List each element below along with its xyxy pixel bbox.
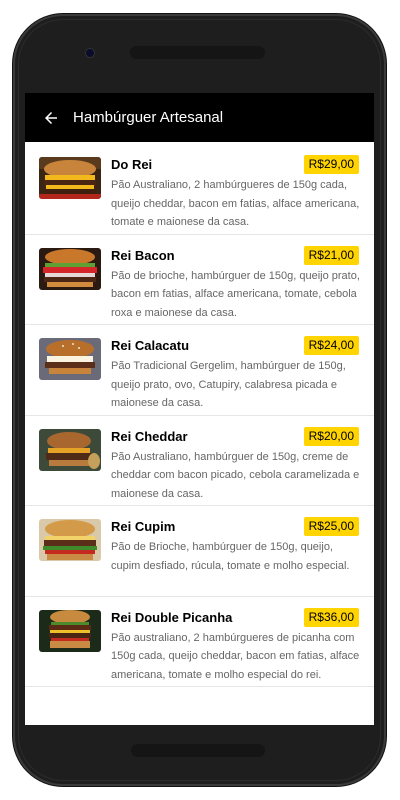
price-badge: R$21,00 xyxy=(303,245,359,265)
price-badge: R$25,00 xyxy=(303,517,359,536)
item-description: Pão de brioche, hambúrguer de 150g, quei… xyxy=(111,269,360,319)
item-description: Pão Australiano, 2 hambúrgueres de 150g … xyxy=(111,179,360,228)
item-name: Do Rei xyxy=(111,157,153,172)
burger-photo xyxy=(39,519,101,561)
item-name: Rei Double Picanha xyxy=(111,609,233,625)
back-button[interactable] xyxy=(31,93,71,142)
price-badge: R$29,00 xyxy=(303,155,359,174)
item-description: Pão de Brioche, hambúrguer de 150g, quei… xyxy=(111,541,350,572)
arrow-left-icon xyxy=(45,111,57,124)
page-title: Hambúrguer Artesanal xyxy=(73,109,224,126)
burger-photo xyxy=(39,428,101,471)
price-badge: R$24,00 xyxy=(303,336,359,355)
menu-list: Do Rei R$29,00 Pão Australiano, 2 hambúr… xyxy=(25,142,374,687)
price-badge: R$36,00 xyxy=(303,607,359,627)
earpiece-speaker xyxy=(130,46,265,59)
item-description: Pão Tradicional Gergelim, hambúrguer de … xyxy=(111,360,346,409)
app-screen: Hambúrguer Artesanal Do Rei R$29,00 Pão … xyxy=(25,93,374,725)
item-description: Pão Australiano, hambúrguer de 150g, cre… xyxy=(111,450,360,500)
front-camera xyxy=(86,49,94,57)
app-bar: Hambúrguer Artesanal xyxy=(25,93,374,142)
price-badge: R$20,00 xyxy=(303,426,359,446)
item-name: Rei Cheddar xyxy=(111,428,188,444)
list-item[interactable]: Rei Cupim R$25,00 Pão de Brioche, hambúr… xyxy=(25,506,374,597)
item-name: Rei Calacatu xyxy=(111,338,190,353)
list-item[interactable]: Rei Double Picanha R$36,00 Pão australia… xyxy=(25,597,374,687)
item-description: Pão australiano, 2 hambúrgueres de pican… xyxy=(111,631,360,681)
list-item[interactable]: Do Rei R$29,00 Pão Australiano, 2 hambúr… xyxy=(25,144,374,235)
item-name: Rei Bacon xyxy=(111,247,175,263)
burger-photo xyxy=(39,609,101,652)
phone-frame: Hambúrguer Artesanal Do Rei R$29,00 Pão … xyxy=(13,14,386,786)
list-item[interactable]: Rei Bacon R$21,00 Pão de brioche, hambúr… xyxy=(25,235,374,325)
item-name: Rei Cupim xyxy=(111,519,176,534)
burger-photo xyxy=(39,247,101,290)
list-item[interactable]: Rei Cheddar R$20,00 Pão Australiano, ham… xyxy=(25,416,374,506)
burger-photo xyxy=(39,338,101,380)
list-item[interactable]: Rei Calacatu R$24,00 Pão Tradicional Ger… xyxy=(25,325,374,416)
bottom-speaker xyxy=(131,744,265,757)
burger-photo xyxy=(39,157,101,199)
